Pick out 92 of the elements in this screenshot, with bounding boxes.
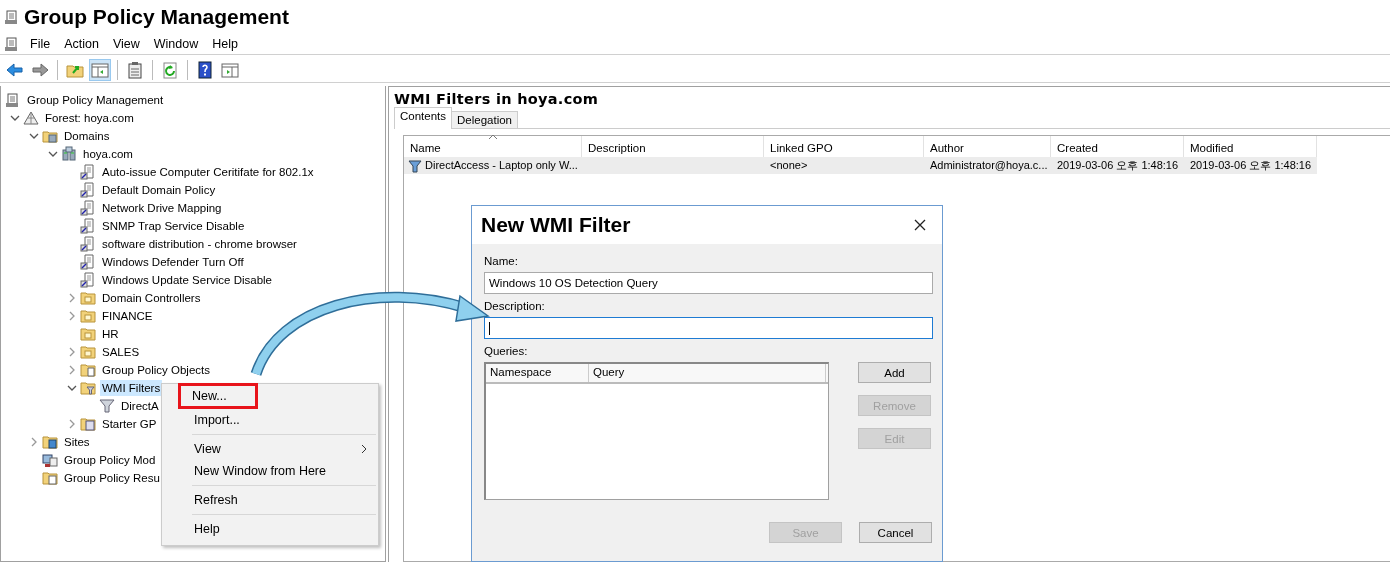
folder-icon — [80, 362, 96, 378]
menu-item[interactable]: New... — [178, 383, 258, 409]
panel-title: WMI Filters in hoya.com — [394, 91, 600, 107]
tree-item[interactable]: Group Policy Resu — [62, 470, 162, 486]
funnel-icon — [99, 398, 115, 414]
table-cell-text: Administrator@hoya.c... — [930, 158, 1048, 173]
tree-item[interactable]: Network Drive Mapping — [100, 200, 224, 216]
tab[interactable]: Delegation — [451, 111, 518, 128]
triangle-icon — [23, 110, 39, 126]
menu-item[interactable]: Refresh — [164, 489, 376, 511]
console-icon — [5, 92, 21, 108]
expand-chevron-icon[interactable] — [67, 419, 77, 429]
field-label: Name: — [484, 255, 519, 269]
field-label: Description: — [484, 300, 546, 314]
scroll-icon — [80, 164, 96, 180]
menu-item[interactable]: Window — [149, 37, 203, 51]
tree-item[interactable]: Starter GP — [100, 416, 159, 432]
tree-item[interactable]: SNMP Trap Service Disable — [100, 218, 247, 234]
menu-item[interactable]: File — [26, 37, 55, 51]
tree-item[interactable]: DirectA — [119, 398, 161, 414]
expand-chevron-icon[interactable] — [67, 365, 77, 375]
menu-item[interactable]: Help — [164, 518, 376, 540]
tree-item[interactable]: SALES — [100, 344, 142, 360]
folder-icon — [80, 344, 96, 360]
field-label: Queries: — [484, 345, 529, 359]
table-cell-text: 2019-03-06 오후 1:48:16 — [1190, 158, 1312, 173]
query-list[interactable]: Namespace Query — [484, 362, 829, 500]
expand-chevron-icon[interactable] — [67, 311, 77, 321]
column-header[interactable]: Query — [589, 364, 826, 382]
scroll-icon — [80, 236, 96, 252]
server-icon — [61, 146, 77, 162]
scroll-icon — [80, 218, 96, 234]
folder-icon — [80, 416, 96, 432]
folder-icon — [42, 128, 58, 144]
dialog-title: New WMI Filter — [481, 213, 631, 237]
tree-item[interactable]: Forest: hoya.com — [43, 110, 136, 126]
tree-item[interactable]: Domain Controllers — [100, 290, 203, 306]
window-title: Group Policy Management — [24, 5, 289, 29]
tree-item[interactable]: Group Policy Objects — [100, 362, 212, 378]
table-cell-text: <none> — [770, 158, 808, 173]
table-cell[interactable]: DirectAccess - Laptop only W... — [425, 157, 578, 174]
expand-chevron-icon[interactable] — [29, 437, 39, 447]
scroll-icon — [80, 200, 96, 216]
tree-item[interactable]: HR — [100, 326, 121, 342]
tree-item[interactable]: hoya.com — [81, 146, 135, 162]
tree-item[interactable]: software distribution - chrome browser — [100, 236, 299, 252]
computer-icon — [42, 452, 58, 468]
funnel-icon — [408, 158, 422, 173]
input-field[interactable] — [484, 317, 933, 339]
list-row[interactable]: DirectAccess - Laptop only W... <none> Administrator@hoya.c... 2019-03-06 오후 1:48:16 2019-03-06 오후 1:48:16 — [404, 157, 1317, 174]
console-icon[interactable] — [4, 36, 20, 52]
tree-item[interactable]: Sites — [62, 434, 92, 450]
menu-item[interactable]: View — [164, 438, 376, 460]
close-icon[interactable] — [914, 219, 926, 231]
collapse-chevron-icon[interactable] — [48, 149, 58, 159]
tree-item[interactable]: Group Policy Management — [25, 92, 166, 108]
scroll-icon — [80, 254, 96, 270]
tree-item[interactable]: Domains — [62, 128, 112, 144]
folder-icon — [80, 380, 96, 396]
menu-item[interactable]: View — [108, 37, 144, 51]
input-field[interactable]: Windows 10 OS Detection Query — [484, 272, 933, 294]
tree-item[interactable]: WMI Filters — [100, 380, 163, 396]
submenu-chevron-icon — [360, 444, 368, 454]
folder-icon — [42, 470, 58, 486]
collapse-chevron-icon[interactable] — [10, 113, 20, 123]
console-icon — [4, 9, 20, 25]
tree-item[interactable]: Group Policy Mod — [62, 452, 158, 468]
menu-item[interactable]: New Window from Here — [164, 460, 376, 482]
tree-item[interactable]: Auto-issue Computer Ceritifate for 802.1x — [100, 164, 316, 180]
add-button[interactable]: Add — [858, 362, 931, 383]
menu-item[interactable]: Help — [208, 37, 242, 51]
folder-icon — [42, 434, 58, 450]
tree-item[interactable]: Windows Update Service Disable — [100, 272, 275, 288]
table-cell-text: 2019-03-06 오후 1:48:16 — [1057, 158, 1179, 173]
tree-item[interactable]: FINANCE — [100, 308, 155, 324]
tree-item[interactable]: Windows Defender Turn Off — [100, 254, 246, 270]
expand-chevron-icon[interactable] — [67, 347, 77, 357]
expand-chevron-icon[interactable] — [67, 293, 77, 303]
dialog-button[interactable]: Cancel — [859, 522, 932, 543]
pane-icon[interactable] — [89, 58, 111, 81]
scroll-icon — [80, 182, 96, 198]
column-header[interactable]: Namespace — [486, 364, 589, 382]
collapse-chevron-icon[interactable] — [29, 131, 39, 141]
scroll-icon — [80, 272, 96, 288]
folder-icon — [80, 290, 96, 306]
menu-item[interactable]: Import... — [164, 409, 376, 431]
folder-icon — [80, 308, 96, 324]
tab[interactable]: Contents — [394, 107, 453, 129]
collapse-chevron-icon[interactable] — [67, 383, 77, 393]
folder-icon — [80, 326, 96, 342]
menu-item[interactable]: Action — [60, 37, 103, 51]
tree-item[interactable]: Default Domain Policy — [100, 182, 218, 198]
